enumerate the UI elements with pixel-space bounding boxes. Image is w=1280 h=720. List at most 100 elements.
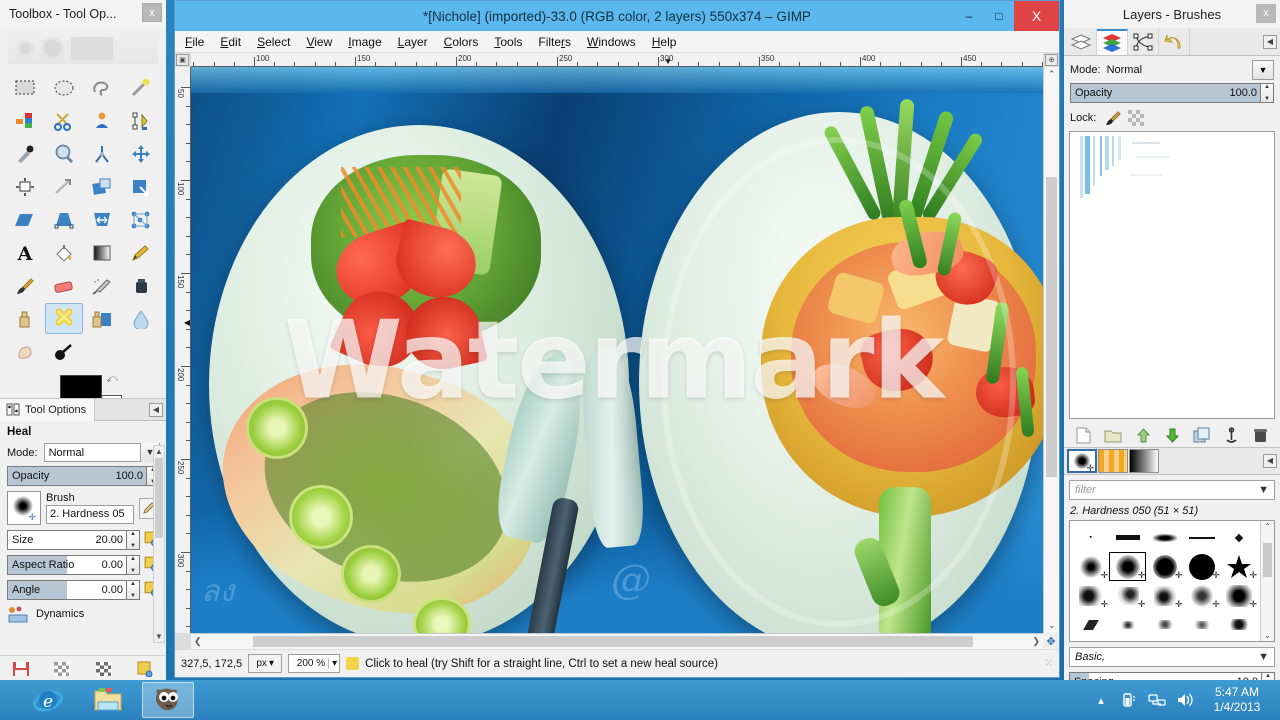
dodge-burn-tool[interactable] <box>45 336 84 367</box>
maximize-button[interactable]: □ <box>984 1 1014 31</box>
zoom-magnifier-tool[interactable] <box>45 138 84 169</box>
brush-cell[interactable] <box>1146 523 1183 552</box>
layer-opacity-spinner[interactable]: ▲ ▼ <box>1261 83 1274 103</box>
perspective-tool[interactable] <box>45 204 84 235</box>
anchor-layer-icon[interactable] <box>1223 426 1240 444</box>
tab-tool-options[interactable]: Tool Options <box>0 398 96 421</box>
swap-colors-icon[interactable]: ⤺ <box>106 373 118 386</box>
menu-view[interactable]: View <box>306 35 332 49</box>
angle-slider[interactable]: Angle 0.00 <box>7 580 127 600</box>
brush-cell[interactable] <box>1184 610 1221 639</box>
brush-cell[interactable] <box>1109 610 1146 639</box>
rect-select-tool[interactable] <box>6 72 45 103</box>
menu-help[interactable]: Help <box>652 35 677 49</box>
brushes-dock-menu-button[interactable]: ◀ <box>1263 454 1277 468</box>
brush-cell[interactable]: ✛ <box>1109 581 1146 610</box>
pencil-tool[interactable] <box>122 237 161 268</box>
volume-icon[interactable] <box>1176 691 1194 709</box>
lower-layer-icon[interactable] <box>1164 427 1181 444</box>
duplicate-layer-icon[interactable] <box>1193 427 1210 444</box>
tab-channels[interactable] <box>1097 28 1128 55</box>
brush-cell[interactable] <box>1221 523 1258 552</box>
network-icon[interactable] <box>1148 691 1166 709</box>
alignment-tool[interactable] <box>6 171 45 202</box>
size-spinner[interactable]: ▲ ▼ <box>127 530 140 550</box>
scroll-right-icon[interactable]: ❯ <box>1032 636 1040 647</box>
navigation-preview-button[interactable]: ✥ <box>1043 633 1059 649</box>
brush-cell[interactable]: ✛ <box>1221 581 1258 610</box>
clone-tool[interactable] <box>6 303 45 334</box>
select-by-color-tool[interactable] <box>6 105 45 136</box>
menu-layer[interactable]: Layer <box>398 35 428 49</box>
layers-list[interactable] <box>1069 131 1275 419</box>
canvas-vertical-scrollbar[interactable]: ⌃ ⌄ <box>1043 67 1059 633</box>
scroll-up-icon[interactable]: ▲ <box>154 446 164 457</box>
menu-tools[interactable]: Tools <box>494 35 522 49</box>
delete-layer-icon[interactable] <box>1252 427 1269 444</box>
mode-select[interactable]: Normal ▼ <box>43 443 160 462</box>
layers-dock-menu-button[interactable]: ◀ <box>1263 34 1277 49</box>
raise-layer-icon[interactable] <box>1135 427 1152 444</box>
vscroll-thumb[interactable] <box>1046 177 1057 477</box>
blur-sharpen-tool[interactable] <box>122 303 161 334</box>
tab-layers[interactable] <box>1066 28 1097 55</box>
unit-selector[interactable]: px ▾ <box>248 654 283 673</box>
chevron-down-icon[interactable]: ▾ <box>328 658 337 669</box>
smudge-tool[interactable] <box>6 336 45 367</box>
tab-gradients[interactable] <box>1129 449 1159 473</box>
shear-tool[interactable] <box>6 204 45 235</box>
chevron-down-icon[interactable]: ▼ <box>1258 651 1269 663</box>
color-picker-tool[interactable] <box>6 138 45 169</box>
brush-cell[interactable]: ✛ <box>1072 581 1109 610</box>
toolbox-close-button[interactable]: x <box>142 3 162 22</box>
tab-undo-history[interactable] <box>1159 28 1190 55</box>
scroll-down-icon[interactable]: ▼ <box>154 631 164 642</box>
tab-paths[interactable] <box>1128 28 1159 55</box>
size-slider[interactable]: Size 20.00 <box>7 530 127 550</box>
aspect-ratio-slider[interactable]: Aspect Ratio 0.00 <box>7 555 127 575</box>
gradient-tool[interactable] <box>83 237 122 268</box>
text-tool[interactable]: A <box>6 237 45 268</box>
menu-colors[interactable]: Colors <box>444 35 479 49</box>
bucket-fill-tool[interactable] <box>45 237 84 268</box>
hscroll-thumb[interactable] <box>253 636 973 647</box>
brush-cell[interactable]: ✛ <box>1184 581 1221 610</box>
menu-windows[interactable]: Windows <box>587 35 636 49</box>
opacity-slider[interactable]: Opacity 100.0 <box>7 466 147 486</box>
resize-grip[interactable]: ⁙ <box>1045 658 1053 669</box>
brush-cell[interactable] <box>1072 610 1109 639</box>
foreground-select-tool[interactable] <box>83 105 122 136</box>
chevron-down-icon[interactable]: ▾ <box>269 658 274 669</box>
perspective-clone-tool[interactable] <box>83 303 122 334</box>
brush-grid-scrollbar[interactable]: ⌃ ⌄ <box>1260 521 1274 641</box>
scroll-thumb[interactable] <box>155 458 163 538</box>
cage-transform-tool[interactable] <box>122 204 161 235</box>
right-dock-close-button[interactable]: x <box>1256 4 1276 23</box>
free-select-lasso-tool[interactable] <box>83 72 122 103</box>
menu-image[interactable]: Image <box>348 35 381 49</box>
delete-tool-preset-icon[interactable] <box>95 661 113 677</box>
scroll-up-icon[interactable]: ⌃ <box>1048 69 1056 80</box>
gimp-titlebar[interactable]: *[Nichole] (imported)-33.0 (RGB color, 2… <box>175 1 1059 31</box>
layer-opacity-slider[interactable]: Opacity 100.0 <box>1070 83 1261 103</box>
show-hidden-icons-icon[interactable]: ▴ <box>1092 691 1110 709</box>
reset-tool-options-icon[interactable] <box>136 661 154 677</box>
move-tool[interactable] <box>122 138 161 169</box>
brush-cell[interactable] <box>1184 523 1221 552</box>
ruler-origin-button[interactable]: ▣ <box>176 54 189 66</box>
crop-tool[interactable] <box>45 171 84 202</box>
layer-mode-dropdown-button[interactable]: ▼ <box>1252 59 1274 80</box>
taskbar-internet-explorer[interactable]: e <box>22 682 74 718</box>
brush-cell[interactable]: ✛ <box>1072 552 1109 581</box>
paths-tool[interactable] <box>122 105 161 136</box>
scale-tool[interactable] <box>122 171 161 202</box>
ink-tool[interactable] <box>122 270 161 301</box>
scroll-down-icon[interactable]: ⌄ <box>1048 620 1056 631</box>
brush-cell[interactable] <box>1146 610 1183 639</box>
taskbar-clock[interactable]: 5:47 AM 1/4/2013 <box>1204 685 1270 715</box>
scroll-left-icon[interactable]: ❮ <box>194 636 202 647</box>
quickmask-zoom-button[interactable]: ⊕ <box>1045 54 1058 66</box>
airbrush-tool[interactable] <box>83 270 122 301</box>
brush-cell[interactable]: ✛ <box>1184 552 1221 581</box>
brush-cell[interactable]: ✛ <box>1146 581 1183 610</box>
